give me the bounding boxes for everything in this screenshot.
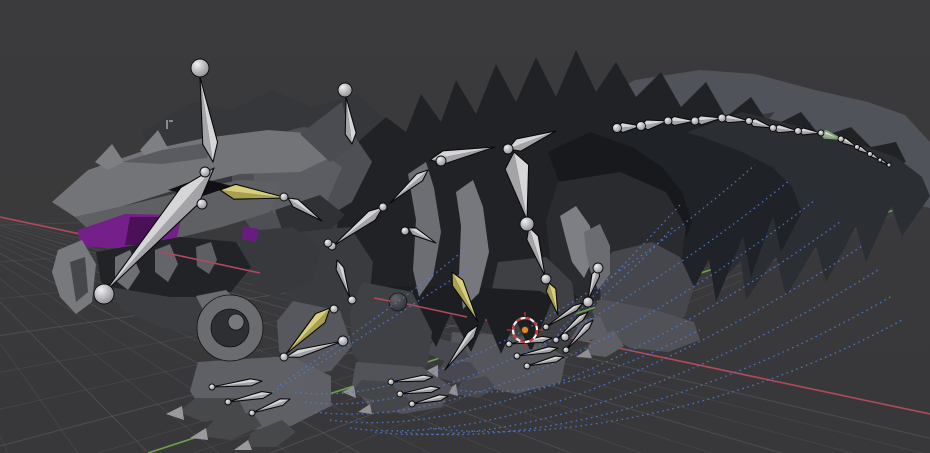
bone-joint-ball[interactable] bbox=[868, 152, 873, 157]
bone-joint-ball[interactable] bbox=[338, 83, 352, 97]
bone-joint-ball[interactable] bbox=[613, 124, 622, 133]
mesh-sphere[interactable] bbox=[389, 293, 407, 311]
bone-joint-ball[interactable] bbox=[436, 156, 446, 166]
bone-joint-ball[interactable] bbox=[200, 167, 210, 177]
bone-joint-ball[interactable] bbox=[818, 130, 824, 136]
bone-joint-ball[interactable] bbox=[770, 125, 777, 132]
bone-joint-ball[interactable] bbox=[855, 145, 860, 150]
bone-joint-ball[interactable] bbox=[637, 122, 646, 131]
bone-joint-ball[interactable] bbox=[746, 118, 753, 125]
bone-joint-ball[interactable] bbox=[506, 341, 512, 347]
bone-joint-ball[interactable] bbox=[887, 163, 891, 167]
bone-joint-ball[interactable] bbox=[397, 391, 403, 397]
bone-joint-ball[interactable] bbox=[561, 333, 569, 341]
bone-joint-ball[interactable] bbox=[225, 399, 231, 405]
bone-joint-ball[interactable] bbox=[553, 337, 559, 343]
bone-joint-ball[interactable] bbox=[249, 410, 255, 416]
bone-joint-ball[interactable] bbox=[280, 193, 288, 201]
bone-joint-ball[interactable] bbox=[338, 336, 348, 346]
bone-joint-ball[interactable] bbox=[524, 363, 530, 369]
bone-joint-ball[interactable] bbox=[197, 199, 207, 209]
bone-joint-ball[interactable] bbox=[209, 384, 215, 390]
bone-joint-ball[interactable] bbox=[583, 297, 593, 307]
bone-joint-ball[interactable] bbox=[379, 203, 387, 211]
bone-joint-ball[interactable] bbox=[838, 136, 844, 142]
bone-joint-ball[interactable] bbox=[593, 263, 603, 273]
viewport-3d[interactable] bbox=[0, 0, 930, 453]
bone-joint-ball[interactable] bbox=[541, 274, 551, 284]
bone-joint-ball[interactable] bbox=[878, 158, 882, 162]
bone-joint-ball[interactable] bbox=[324, 239, 332, 247]
bone-joint-ball[interactable] bbox=[409, 401, 415, 407]
bone-joint-ball[interactable] bbox=[718, 114, 726, 122]
bone-joint-ball[interactable] bbox=[94, 284, 114, 304]
bone-joint-ball[interactable] bbox=[348, 296, 356, 304]
scene-svg bbox=[0, 0, 930, 453]
bone-joint-ball[interactable] bbox=[543, 324, 549, 330]
bone-joint-ball[interactable] bbox=[388, 379, 394, 385]
bone-joint-ball[interactable] bbox=[691, 117, 699, 125]
bone-joint-ball[interactable] bbox=[503, 144, 513, 154]
bone-joint-ball[interactable] bbox=[191, 59, 209, 77]
bone-joint-ball[interactable] bbox=[514, 353, 520, 359]
bone-joint-ball[interactable] bbox=[520, 217, 534, 231]
bone-joint-ball[interactable] bbox=[563, 347, 569, 353]
cursor-center-dot bbox=[521, 326, 528, 333]
bone-joint-ball[interactable] bbox=[280, 353, 288, 361]
bone-joint-ball[interactable] bbox=[664, 117, 672, 125]
bone-joint-ball[interactable] bbox=[795, 128, 802, 135]
bone-joint-ball[interactable] bbox=[401, 227, 409, 235]
bone-joint-ball[interactable] bbox=[330, 305, 338, 313]
whisker-curl-inner[interactable] bbox=[211, 309, 249, 347]
whisker-curl-center[interactable] bbox=[228, 314, 244, 330]
